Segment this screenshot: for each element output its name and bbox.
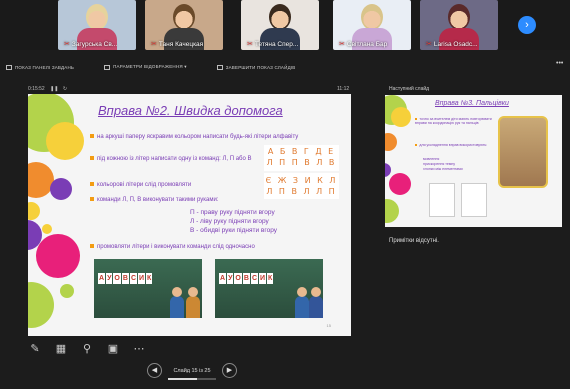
next-slide-photo <box>498 116 548 188</box>
clock: 11:12 <box>337 86 350 92</box>
elapsed-timer: 0:15:52 ❚❚ ↻ <box>28 86 68 92</box>
participant-tile[interactable]: ✂ Світлана Бар <box>333 0 411 50</box>
all-slides-icon[interactable]: ▦ <box>54 342 68 356</box>
participant-name: Світлана Бар <box>346 40 388 48</box>
participant-video <box>361 4 383 30</box>
participant-tile[interactable]: ✂ Таня Качецкая <box>145 0 223 50</box>
slide-number: 15 <box>326 323 331 328</box>
more-options-icon[interactable]: ••• <box>556 60 563 67</box>
monitor-icon <box>104 64 111 70</box>
current-slide: Вправа №2. Швидка допомога на аркуші пап… <box>28 94 351 336</box>
list-item: під кожною із літер написати одну із ком… <box>90 156 260 163</box>
restart-icon[interactable]: ↻ <box>63 86 67 92</box>
participant-name: Таня Качецкая <box>158 40 204 48</box>
pen-icon[interactable]: ✎ <box>28 342 42 356</box>
participants-strip: ✂ Загурська Св... ✂ Таня Качецкая ✂ Тетяна … <box>0 0 570 50</box>
decor-circle <box>46 122 84 160</box>
stop-icon <box>216 64 223 70</box>
participant-video <box>269 4 291 30</box>
classroom-photo: АУОВСИК <box>215 259 323 318</box>
mic-muted-icon: ✂ <box>339 41 345 48</box>
decor-circle <box>28 202 40 220</box>
slide-navigation: ◀ Слайд 15 із 25 ▶ <box>147 363 237 380</box>
speaker-notes: Примітки відсутні. <box>389 238 439 244</box>
participant-video <box>173 4 195 30</box>
mic-muted-icon: ✂ <box>151 41 157 48</box>
letters-card: Є Ж З И К Л Л П В Л Л П <box>264 173 339 199</box>
next-slide-title: Вправа №3. Пальцівки <box>435 100 509 107</box>
list-item: мовлення <box>423 157 440 161</box>
next-slide-button[interactable]: ▶ <box>222 363 237 378</box>
more-tools-icon[interactable]: ⋯ <box>132 342 146 356</box>
next-slide-preview[interactable]: Вправа №3. Пальцівки точно за вчителем д… <box>385 95 562 227</box>
list-item: на аркуші паперу яскравим кольором напис… <box>90 134 305 141</box>
list-item: кольорові літери слід промовляти <box>90 182 260 189</box>
decor-circle <box>60 284 74 298</box>
slide-progress-bar <box>168 377 216 380</box>
decor-circle <box>28 282 54 328</box>
taskbar-icon <box>6 64 12 70</box>
list-item: промовляти літери і виконувати команди с… <box>90 244 330 251</box>
participant-name: Загурська Св... <box>71 40 118 48</box>
presenter-toolbar: ПОКАЗ ПАНЕЛІ ЗАВДАНЬ ПАРАМЕТРИ ВІДОБРАЖЕ… <box>0 60 295 74</box>
slide-counter: Слайд 15 із 25 <box>168 368 216 380</box>
show-taskbar-button[interactable]: ПОКАЗ ПАНЕЛІ ЗАВДАНЬ <box>6 64 74 70</box>
mic-muted-icon: ✂ <box>426 41 432 48</box>
presenter-tools: ✎ ▦ ⚲ ▣ ⋯ <box>28 342 146 356</box>
next-slide-card <box>429 183 455 217</box>
list-item: команди Л, П, В виконувати такими руками… <box>90 197 290 204</box>
next-slide-label: Наступний слайд <box>389 86 430 92</box>
end-slideshow-button[interactable]: ЗАВЕРШИТИ ПОКАЗ СЛАЙДІВ <box>216 64 296 70</box>
chevron-right-icon: ▶ <box>226 367 233 374</box>
chevron-left-icon: ◀ <box>151 367 158 374</box>
pause-icon[interactable]: ❚❚ <box>50 86 58 92</box>
list-item: хлопки між елементами <box>423 167 463 171</box>
chevron-right-icon: › <box>525 19 529 31</box>
previous-slide-button[interactable]: ◀ <box>147 363 162 378</box>
classroom-photo: АУОВСИК <box>94 259 202 318</box>
participant-tile[interactable]: ✂ Загурська Св... <box>58 0 136 50</box>
zoom-icon[interactable]: ⚲ <box>80 342 94 356</box>
list-item: для ускладнення вправ використовують: <box>415 143 495 147</box>
slide-title: Вправа №2. Швидка допомога <box>98 103 283 118</box>
letters-sign: АУОВСИК <box>219 273 274 284</box>
decor-circle <box>36 234 80 278</box>
display-settings-button[interactable]: ПАРАМЕТРИ ВІДОБРАЖЕННЯ ▾ <box>104 64 187 70</box>
participant-tile[interactable]: ✂ Larisa Osadc... <box>420 0 498 50</box>
command-line: Л - ліву руку підняти вгору <box>190 218 269 225</box>
decor-circle <box>42 224 52 234</box>
participant-video <box>86 4 108 30</box>
participant-tile[interactable]: ✂ Тетяна Спер... <box>241 0 319 50</box>
participant-name: Тетяна Спер... <box>254 40 299 48</box>
participant-video <box>448 4 470 30</box>
decor-circle <box>50 178 72 200</box>
mic-muted-icon: ✂ <box>64 41 70 48</box>
list-item: прискорення темпу <box>423 162 456 166</box>
command-line: П - праву руку підняти вгору <box>190 209 275 216</box>
letters-card: А Б В Г Д Е Л П П В Л В <box>264 145 339 171</box>
camera-icon[interactable]: ▣ <box>106 342 120 356</box>
list-item: точно за вчителем діти мають повторювати… <box>415 117 492 126</box>
next-slide-card <box>461 183 487 217</box>
letters-sign: АУОВСИК <box>98 273 153 284</box>
next-participants-button[interactable]: › <box>518 16 536 34</box>
participant-name: Larisa Osadc... <box>433 40 478 48</box>
command-line: В - обидві руки підняти вгору <box>190 227 278 234</box>
mic-muted-icon: ✂ <box>247 41 253 48</box>
